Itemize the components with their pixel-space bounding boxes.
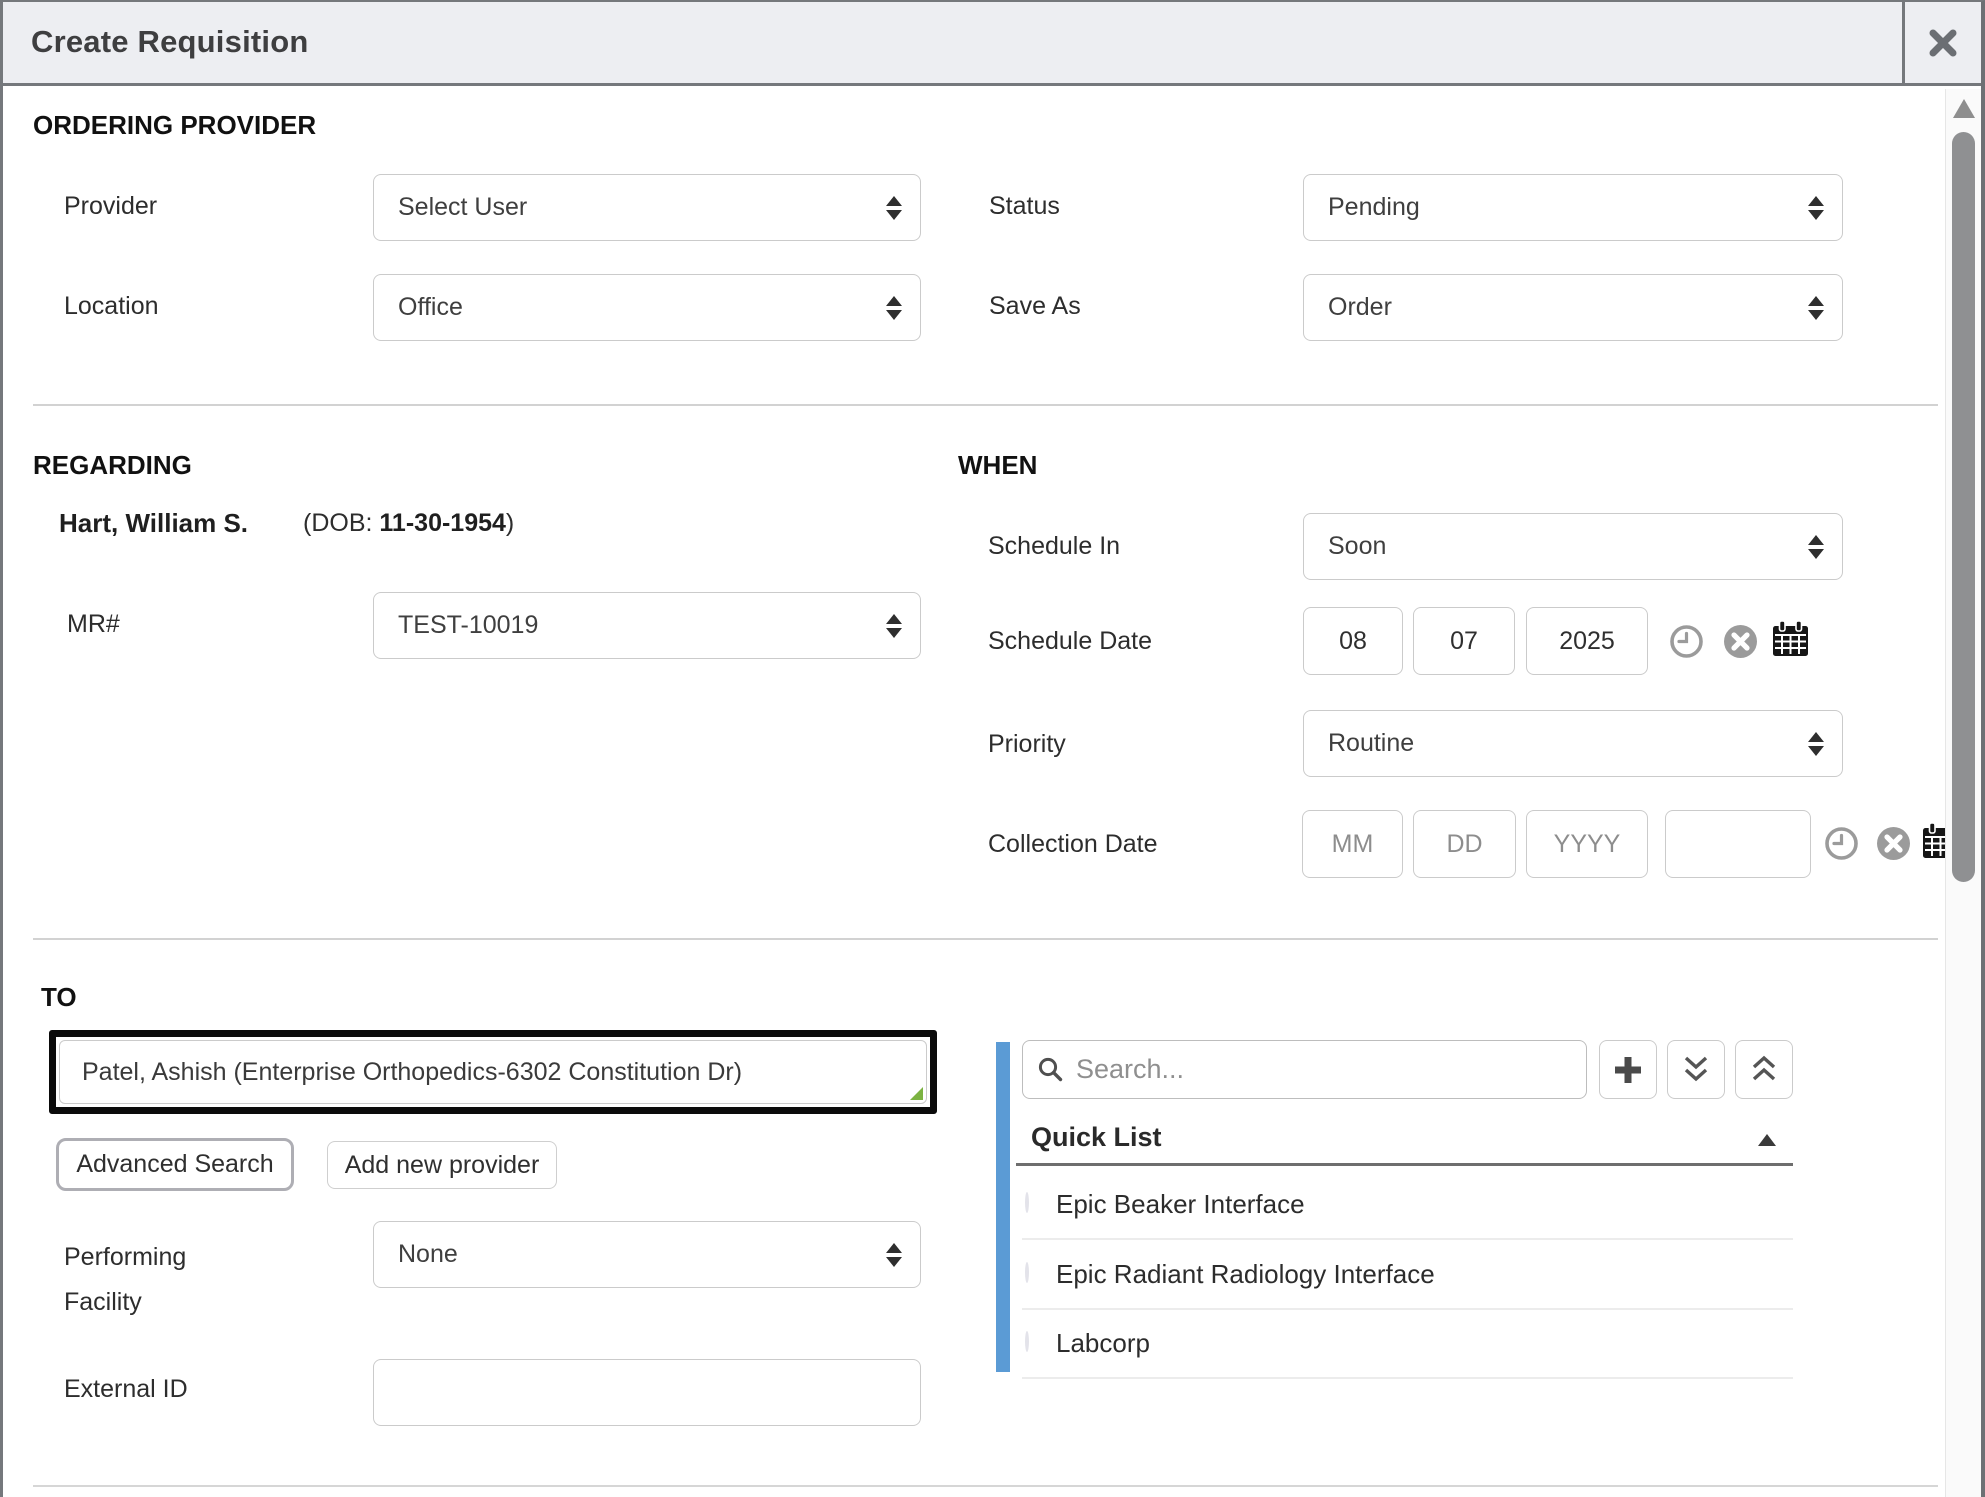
updown-arrows-icon bbox=[1808, 732, 1824, 756]
status-select[interactable]: Pending bbox=[1303, 174, 1843, 241]
when-heading: WHEN bbox=[958, 450, 1037, 481]
list-item-epic-beaker[interactable]: Epic Beaker Interface bbox=[1056, 1189, 1305, 1220]
list-divider bbox=[1022, 1238, 1793, 1240]
double-chevron-up-icon bbox=[1749, 1054, 1779, 1086]
regarding-heading: REGARDING bbox=[33, 450, 192, 481]
updown-arrows-icon bbox=[886, 1243, 902, 1267]
updown-arrows-icon bbox=[886, 614, 902, 638]
collapse-all-button[interactable] bbox=[1735, 1040, 1793, 1099]
list-divider bbox=[1022, 1308, 1793, 1310]
directory-search bbox=[1022, 1040, 1587, 1099]
plus-icon bbox=[1611, 1053, 1645, 1087]
quick-list-underline bbox=[1016, 1163, 1793, 1166]
location-select-value: Office bbox=[398, 293, 886, 322]
list-item-labcorp[interactable]: Labcorp bbox=[1056, 1328, 1150, 1359]
recipient-combobox-highlight: Patel, Ashish (Enterprise Orthopedics-63… bbox=[49, 1030, 937, 1114]
provider-select-value: Select User bbox=[398, 193, 886, 222]
schedule-day-input[interactable] bbox=[1413, 607, 1515, 675]
section-divider bbox=[33, 938, 1938, 940]
status-label: Status bbox=[989, 192, 1060, 221]
radio-icon[interactable] bbox=[1025, 1333, 1029, 1351]
to-heading: TO bbox=[41, 982, 77, 1013]
collection-year-input[interactable] bbox=[1526, 810, 1648, 878]
schedule-date-label: Schedule Date bbox=[988, 627, 1152, 656]
updown-arrows-icon bbox=[1808, 196, 1824, 220]
performing-facility-label: Performing Facility bbox=[64, 1235, 239, 1325]
search-icon bbox=[1037, 1056, 1064, 1083]
mr-select[interactable]: TEST-10019 bbox=[373, 592, 921, 659]
ordering-provider-heading: ORDERING PROVIDER bbox=[33, 110, 316, 141]
quick-list-heading: Quick List bbox=[1031, 1122, 1162, 1153]
add-recipient-button[interactable] bbox=[1599, 1040, 1657, 1099]
radio-icon[interactable] bbox=[1025, 1264, 1029, 1282]
schedule-in-select[interactable]: Soon bbox=[1303, 513, 1843, 580]
scrollbar[interactable] bbox=[1945, 89, 1981, 1497]
collection-date-clear-icon[interactable] bbox=[1875, 825, 1912, 862]
list-divider bbox=[1022, 1377, 1793, 1379]
list-item-epic-radiant[interactable]: Epic Radiant Radiology Interface bbox=[1056, 1259, 1435, 1290]
collapse-section-triangle-icon[interactable] bbox=[1758, 1134, 1776, 1146]
updown-arrows-icon bbox=[886, 296, 902, 320]
directory-accent-bar bbox=[996, 1042, 1010, 1372]
recipient-value: Patel, Ashish (Enterprise Orthopedics-63… bbox=[82, 1058, 742, 1087]
priority-select-value: Routine bbox=[1328, 729, 1808, 758]
collection-date-calendar-icon[interactable] bbox=[1921, 822, 1945, 862]
create-requisition-dialog: Create Requisition ORDERING PROVIDER Pro… bbox=[0, 0, 1985, 1497]
updown-arrows-icon bbox=[1808, 535, 1824, 559]
mr-label: MR# bbox=[67, 610, 120, 639]
updown-arrows-icon bbox=[886, 196, 902, 220]
external-id-label: External ID bbox=[64, 1375, 188, 1404]
bottom-divider bbox=[33, 1485, 1938, 1487]
schedule-in-select-value: Soon bbox=[1328, 532, 1808, 561]
schedule-date-clear-icon[interactable] bbox=[1722, 623, 1759, 660]
close-icon bbox=[1927, 27, 1959, 59]
scrollbar-up-arrow-icon[interactable] bbox=[1953, 99, 1975, 118]
resize-handle-icon[interactable] bbox=[910, 1087, 923, 1100]
collection-month-input[interactable] bbox=[1302, 810, 1403, 878]
dialog-title: Create Requisition bbox=[31, 24, 308, 60]
location-label: Location bbox=[64, 292, 159, 321]
add-new-provider-button[interactable]: Add new provider bbox=[327, 1141, 557, 1189]
mr-select-value: TEST-10019 bbox=[398, 611, 886, 640]
performing-facility-select[interactable]: None bbox=[373, 1221, 921, 1288]
collection-time-clock-icon[interactable] bbox=[1823, 825, 1860, 862]
advanced-search-button[interactable]: Advanced Search bbox=[56, 1138, 294, 1191]
recipient-combobox[interactable]: Patel, Ashish (Enterprise Orthopedics-63… bbox=[59, 1040, 927, 1104]
external-id-input[interactable] bbox=[373, 1359, 921, 1426]
dob-suffix: ) bbox=[506, 509, 514, 537]
status-select-value: Pending bbox=[1328, 193, 1808, 222]
double-chevron-down-icon bbox=[1681, 1054, 1711, 1086]
expand-all-button[interactable] bbox=[1667, 1040, 1725, 1099]
close-button[interactable] bbox=[1902, 2, 1981, 83]
provider-select[interactable]: Select User bbox=[373, 174, 921, 241]
section-divider bbox=[33, 404, 1938, 406]
priority-label: Priority bbox=[988, 730, 1066, 759]
collection-date-label: Collection Date bbox=[988, 830, 1158, 859]
dob-prefix: (DOB: bbox=[303, 509, 379, 537]
collection-time-input[interactable] bbox=[1665, 810, 1811, 878]
scrollbar-thumb[interactable] bbox=[1952, 132, 1975, 882]
dob-value: 11-30-1954 bbox=[379, 509, 506, 537]
save-as-select[interactable]: Order bbox=[1303, 274, 1843, 341]
schedule-time-clock-icon[interactable] bbox=[1668, 623, 1705, 660]
schedule-date-calendar-icon[interactable] bbox=[1771, 620, 1811, 660]
patient-name: Hart, William S. bbox=[59, 508, 248, 539]
schedule-in-label: Schedule In bbox=[988, 532, 1120, 561]
save-as-select-value: Order bbox=[1328, 293, 1808, 322]
radio-icon[interactable] bbox=[1025, 1194, 1029, 1212]
save-as-label: Save As bbox=[989, 292, 1081, 321]
search-input[interactable] bbox=[1076, 1054, 1572, 1085]
patient-dob: (DOB: 11-30-1954) bbox=[303, 509, 514, 538]
schedule-year-input[interactable] bbox=[1526, 607, 1648, 675]
schedule-month-input[interactable] bbox=[1303, 607, 1403, 675]
location-select[interactable]: Office bbox=[373, 274, 921, 341]
collection-day-input[interactable] bbox=[1413, 810, 1516, 878]
performing-facility-select-value: None bbox=[398, 1240, 886, 1269]
updown-arrows-icon bbox=[1808, 296, 1824, 320]
provider-label: Provider bbox=[64, 192, 157, 221]
priority-select[interactable]: Routine bbox=[1303, 710, 1843, 777]
